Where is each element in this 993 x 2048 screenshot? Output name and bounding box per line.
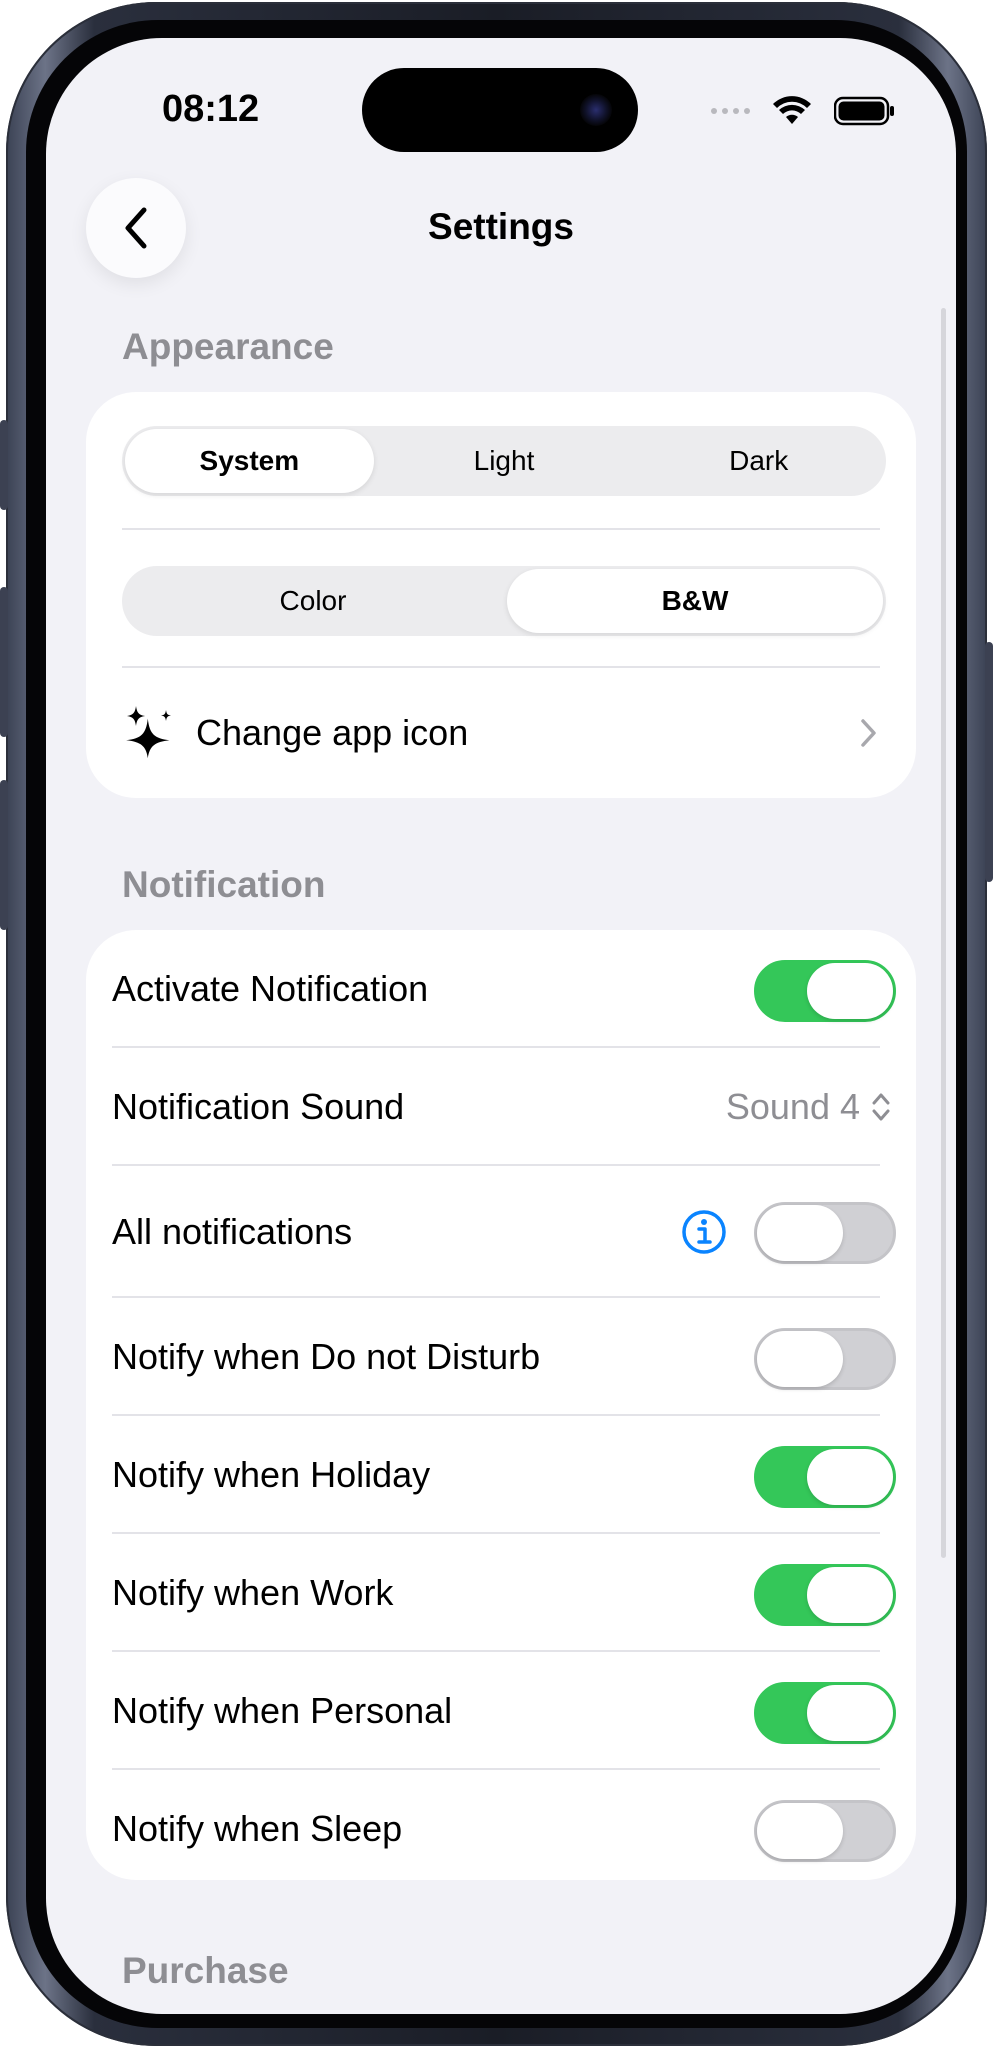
scrollbar[interactable] (941, 308, 946, 1558)
notification-section-title: Notification (122, 864, 326, 905)
theme-segmented-control: System Light Dark (122, 426, 886, 496)
camera-icon (580, 94, 612, 126)
dnd-row: Notify when Do not Disturb (86, 1298, 916, 1416)
row-label: All notifications (112, 1211, 353, 1252)
appearance-card: System Light Dark Color B&W Change app i… (86, 392, 916, 798)
wifi-icon (773, 96, 811, 124)
all-notifications-toggle[interactable] (754, 1202, 896, 1264)
theme-option-system[interactable]: System (125, 429, 374, 493)
row-label: Notify when Do not Disturb (112, 1336, 541, 1377)
sound-value: Sound 4 (725, 1086, 860, 1127)
screen: 08:12 Settings Appearance System Light D… (46, 38, 956, 2014)
divider (122, 528, 880, 530)
color-option-color[interactable]: Color (125, 569, 501, 633)
change-app-icon-row[interactable]: Change app icon (86, 668, 916, 798)
page-title: Settings (428, 206, 574, 247)
row-label: Activate Notification (112, 968, 429, 1009)
volume-down-button (0, 780, 8, 930)
row-label: Notification Sound (112, 1086, 405, 1127)
status-time: 08:12 (162, 88, 260, 130)
row-label: Notify when Sleep (112, 1808, 403, 1849)
purchase-section-title: Purchase (122, 1950, 289, 1991)
personal-row: Notify when Personal (86, 1652, 916, 1770)
battery-icon (834, 96, 894, 126)
notification-sound-row: Notification Sound Sound 4 (86, 1048, 916, 1166)
color-option-bw[interactable]: B&W (507, 569, 883, 633)
action-button (0, 420, 8, 510)
sound-picker[interactable]: Sound 4 (726, 1048, 892, 1166)
holiday-row: Notify when Holiday (86, 1416, 916, 1534)
color-segmented-control: Color B&W (122, 566, 886, 636)
info-icon[interactable] (680, 1208, 728, 1256)
sleep-toggle[interactable] (754, 1800, 896, 1862)
notification-card: Activate Notification Notification Sound… (86, 930, 916, 1880)
signal-dots-icon (711, 108, 750, 114)
sleep-row: Notify when Sleep (86, 1770, 916, 1888)
work-row: Notify when Work (86, 1534, 916, 1652)
theme-option-dark[interactable]: Dark (634, 429, 883, 493)
status-icons (711, 96, 896, 126)
row-label: Notify when Work (112, 1572, 394, 1613)
volume-up-button (0, 587, 8, 737)
power-button (985, 642, 993, 882)
chevron-right-icon (861, 719, 876, 747)
sparkles-icon (126, 706, 171, 759)
dynamic-island (362, 68, 638, 152)
activate-notification-toggle[interactable] (754, 960, 896, 1022)
holiday-toggle[interactable] (754, 1446, 896, 1508)
row-label: Notify when Holiday (112, 1454, 431, 1495)
change-app-icon-label: Change app icon (196, 712, 469, 753)
phone-frame: 08:12 Settings Appearance System Light D… (0, 2, 993, 2046)
dnd-toggle[interactable] (754, 1328, 896, 1390)
work-toggle[interactable] (754, 1564, 896, 1626)
row-label: Notify when Personal (112, 1690, 453, 1731)
personal-toggle[interactable] (754, 1682, 896, 1744)
updown-chevron-icon (872, 1093, 890, 1121)
activate-notification-row: Activate Notification (86, 930, 916, 1048)
all-notifications-row: All notifications (86, 1166, 916, 1298)
theme-option-light[interactable]: Light (380, 429, 629, 493)
appearance-section-title: Appearance (122, 326, 334, 367)
